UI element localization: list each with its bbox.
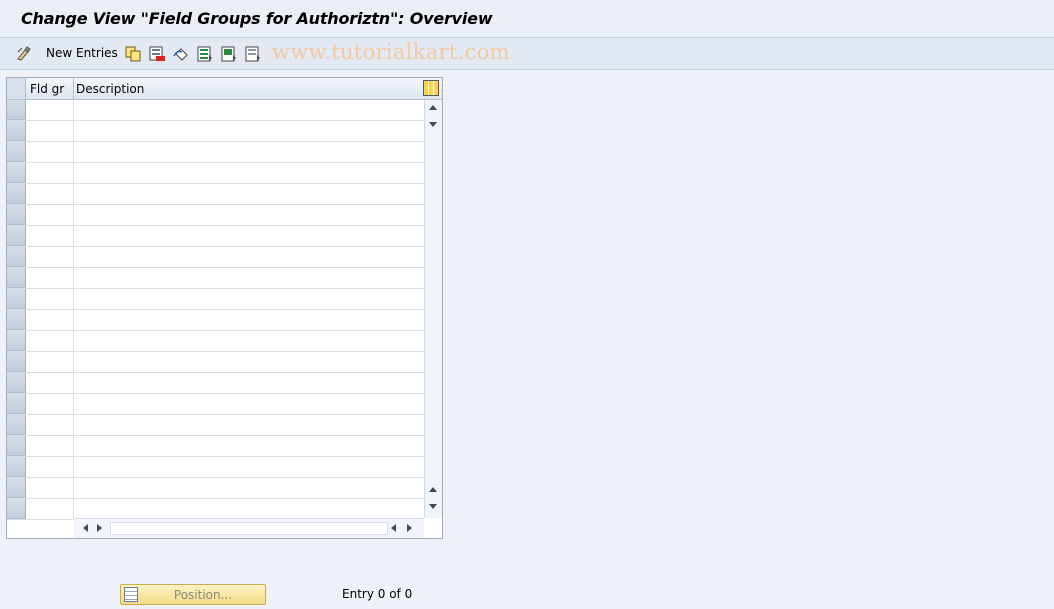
select-all-icon[interactable]	[197, 46, 213, 62]
row-selector[interactable]	[7, 142, 26, 162]
position-button[interactable]: Position...	[120, 584, 266, 605]
row-selector[interactable]	[7, 331, 26, 351]
position-button-label: Position...	[173, 588, 233, 602]
table-row[interactable]	[7, 184, 424, 205]
table-row[interactable]	[7, 289, 424, 310]
table-row[interactable]	[7, 394, 424, 415]
row-selector[interactable]	[7, 415, 26, 435]
table-row[interactable]	[7, 100, 424, 121]
table-row[interactable]	[7, 247, 424, 268]
select-all-cell[interactable]	[7, 78, 26, 99]
scroll-right-icon[interactable]	[97, 524, 102, 532]
table-settings-icon[interactable]	[423, 80, 439, 96]
row-selector[interactable]	[7, 373, 26, 393]
row-selector[interactable]	[7, 226, 26, 246]
vertical-scrollbar[interactable]	[424, 100, 442, 518]
row-selector[interactable]	[7, 310, 26, 330]
page-title: Change View "Field Groups for Authoriztn…	[21, 9, 493, 28]
deselect-all-icon[interactable]	[245, 46, 261, 62]
row-selector[interactable]	[7, 352, 26, 372]
table-row[interactable]	[7, 373, 424, 394]
row-selector[interactable]	[7, 268, 26, 288]
table-body	[7, 100, 424, 520]
table-row[interactable]	[7, 457, 424, 478]
table-row[interactable]	[7, 478, 424, 499]
row-selector[interactable]	[7, 289, 26, 309]
display-change-icon[interactable]	[16, 46, 32, 62]
table-row[interactable]	[7, 415, 424, 436]
row-selector[interactable]	[7, 100, 26, 120]
horizontal-scrollbar[interactable]	[74, 518, 424, 538]
field-groups-table: Fld gr Description	[6, 77, 443, 539]
table-header: Fld gr Description	[7, 78, 442, 100]
scroll-up-icon[interactable]	[429, 105, 437, 110]
table-row[interactable]	[7, 436, 424, 457]
column-divider	[73, 100, 74, 518]
scroll-page-down-icon[interactable]	[429, 504, 437, 509]
delete-icon[interactable]	[149, 46, 165, 62]
table-row[interactable]	[7, 121, 424, 142]
row-selector[interactable]	[7, 478, 26, 498]
table-row[interactable]	[7, 163, 424, 184]
table-row[interactable]	[7, 310, 424, 331]
table-row[interactable]	[7, 331, 424, 352]
column-header-fld-gr[interactable]: Fld gr	[30, 82, 64, 96]
row-selector[interactable]	[7, 457, 26, 477]
row-selector[interactable]	[7, 499, 26, 519]
row-selector[interactable]	[7, 121, 26, 141]
entry-count: Entry 0 of 0	[342, 587, 413, 601]
scroll-page-up-icon[interactable]	[429, 487, 437, 492]
table-row[interactable]	[7, 142, 424, 163]
column-header-description[interactable]: Description	[76, 82, 144, 96]
select-block-icon[interactable]	[221, 46, 237, 62]
row-selector[interactable]	[7, 436, 26, 456]
table-row[interactable]	[7, 268, 424, 289]
row-selector[interactable]	[7, 163, 26, 183]
row-selector[interactable]	[7, 184, 26, 204]
scroll-left-end-icon[interactable]	[391, 524, 396, 532]
new-entries-button[interactable]: New Entries	[46, 46, 118, 60]
title-bar: Change View "Field Groups for Authoriztn…	[0, 0, 1054, 38]
row-selector[interactable]	[7, 247, 26, 267]
undo-icon[interactable]	[173, 46, 189, 62]
table-row[interactable]	[7, 205, 424, 226]
application-toolbar: New Entries www.tutorialkart.com	[0, 38, 1054, 70]
copy-icon[interactable]	[125, 46, 141, 62]
table-row[interactable]	[7, 352, 424, 373]
scroll-left-icon[interactable]	[83, 524, 88, 532]
row-selector[interactable]	[7, 394, 26, 414]
scroll-right-end-icon[interactable]	[407, 524, 412, 532]
scroll-down-icon[interactable]	[429, 122, 437, 127]
table-row[interactable]	[7, 226, 424, 247]
row-selector[interactable]	[7, 205, 26, 225]
table-row[interactable]	[7, 499, 424, 520]
watermark: www.tutorialkart.com	[272, 40, 510, 64]
scroll-track[interactable]	[110, 522, 388, 535]
